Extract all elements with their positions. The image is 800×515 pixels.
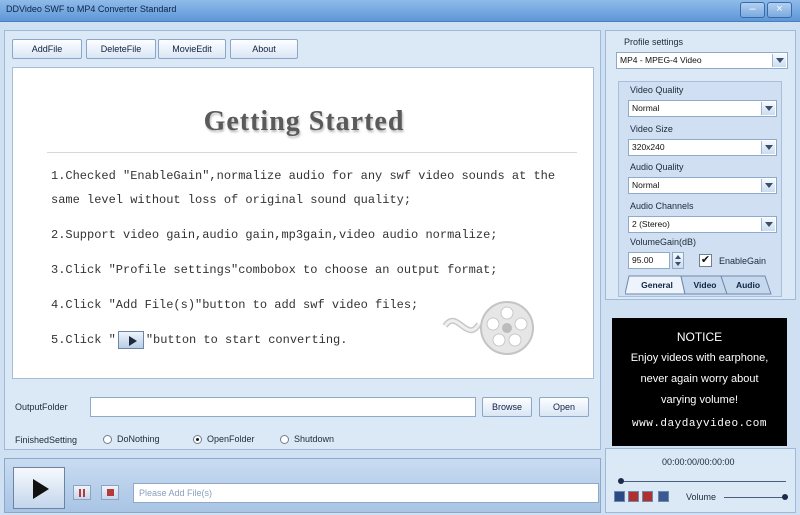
tip-5-start: 5.Click " bbox=[51, 333, 116, 347]
audio-quality-value: Normal bbox=[632, 180, 660, 190]
preview-player: 00:00:00/00:00:00 Volume bbox=[605, 448, 796, 513]
settings-inner-panel: Video Quality Normal Video Size 320x240 … bbox=[618, 81, 782, 297]
add-file-button[interactable]: AddFile bbox=[12, 39, 82, 59]
playback-bar: Please Add File(s) bbox=[4, 458, 601, 513]
play-icon bbox=[117, 330, 144, 349]
notice-line-1: Enjoy videos with earphone, bbox=[630, 352, 769, 364]
stop-button[interactable] bbox=[101, 485, 119, 500]
chevron-down-icon[interactable] bbox=[761, 102, 775, 115]
notice-url[interactable]: www.daydayvideo.com bbox=[612, 418, 787, 430]
profile-select[interactable]: MP4 - MPEG-4 Video bbox=[616, 52, 788, 69]
tip-3: 3.Click "Profile settings"combobox to ch… bbox=[51, 263, 498, 277]
radio-open-folder[interactable]: OpenFolder bbox=[193, 434, 255, 444]
radio-button[interactable] bbox=[280, 434, 289, 444]
tip-5-end: "button to start converting. bbox=[145, 333, 348, 347]
browse-button[interactable]: Browse bbox=[482, 397, 532, 417]
main-panel: AddFile DeleteFile MovieEdit About Getti… bbox=[4, 30, 601, 450]
audio-quality-select[interactable]: Normal bbox=[628, 177, 777, 194]
title-bar: DDVideo SWF to MP4 Converter Standard – … bbox=[0, 0, 800, 22]
tab-general[interactable]: General bbox=[631, 277, 683, 293]
chevron-down-icon[interactable] bbox=[772, 54, 786, 67]
getting-started-heading: Getting Started bbox=[203, 106, 405, 137]
profile-settings-panel: Profile settings MP4 - MPEG-4 Video Vide… bbox=[605, 30, 796, 300]
delete-file-button[interactable]: DeleteFile bbox=[86, 39, 156, 59]
open-button[interactable]: Open bbox=[539, 397, 589, 417]
notice-title: NOTICE bbox=[676, 330, 723, 344]
stop-icon bbox=[107, 489, 114, 496]
play-small-button[interactable] bbox=[614, 491, 625, 502]
audio-quality-label: Audio Quality bbox=[630, 162, 684, 172]
profile-value: MP4 - MPEG-4 Video bbox=[620, 55, 702, 65]
radio-button[interactable] bbox=[103, 434, 112, 444]
radio-shutdown[interactable]: Shutdown bbox=[280, 434, 334, 444]
profile-settings-label: Profile settings bbox=[624, 37, 684, 47]
video-size-value: 320x240 bbox=[632, 142, 665, 152]
close-button[interactable]: × bbox=[767, 2, 792, 18]
video-size-select[interactable]: 320x240 bbox=[628, 139, 777, 156]
video-quality-label: Video Quality bbox=[630, 85, 684, 95]
start-convert-button[interactable] bbox=[13, 467, 65, 509]
radio-label: DoNothing bbox=[117, 434, 160, 444]
radio-do-nothing[interactable]: DoNothing bbox=[103, 434, 160, 444]
volume-label: Volume bbox=[686, 492, 717, 502]
finished-setting-label: FinishedSetting bbox=[15, 435, 78, 445]
output-folder-input[interactable] bbox=[90, 397, 476, 417]
stop-small-button[interactable] bbox=[642, 491, 653, 502]
audio-channels-value: 2 (Stereo) bbox=[632, 219, 670, 229]
output-folder-label: OutputFolder bbox=[15, 402, 68, 412]
volume-gain-stepper[interactable] bbox=[672, 252, 684, 269]
volume-gain-input[interactable]: 95.00 bbox=[628, 252, 670, 269]
chevron-down-icon[interactable] bbox=[761, 218, 775, 231]
pause-button[interactable] bbox=[73, 485, 91, 500]
enable-gain-checkbox[interactable]: ✔ bbox=[699, 254, 712, 267]
tip-2: 2.Support video gain,audio gain,mp3gain,… bbox=[51, 228, 498, 242]
notice-line-3: varying volume! bbox=[660, 394, 739, 406]
about-button[interactable]: About bbox=[230, 39, 298, 59]
radio-label: Shutdown bbox=[294, 434, 335, 444]
volume-gain-label: VolumeGain(dB) bbox=[630, 237, 697, 247]
notice-banner: NOTICE Enjoy videos with earphone, never… bbox=[612, 318, 787, 446]
audio-channels-label: Audio Channels bbox=[630, 201, 694, 211]
movie-edit-button[interactable]: MovieEdit bbox=[158, 39, 226, 59]
tab-audio[interactable]: Audio bbox=[727, 277, 769, 293]
volume-handle[interactable] bbox=[782, 494, 788, 500]
radio-button-selected[interactable] bbox=[193, 434, 202, 444]
snapshot-button[interactable] bbox=[658, 491, 669, 502]
window-title: DDVideo SWF to MP4 Converter Standard bbox=[6, 4, 177, 14]
tab-video[interactable]: Video bbox=[685, 277, 725, 293]
tip-1: 1.Checked "EnableGain",normalize audio f… bbox=[51, 169, 556, 207]
seek-handle[interactable] bbox=[618, 478, 624, 484]
audio-channels-select[interactable]: 2 (Stereo) bbox=[628, 216, 777, 233]
time-readout: 00:00:00/00:00:00 bbox=[662, 457, 735, 467]
volume-slider[interactable] bbox=[724, 497, 788, 498]
video-quality-select[interactable]: Normal bbox=[628, 100, 777, 117]
video-size-label: Video Size bbox=[630, 124, 673, 134]
film-reel-icon bbox=[443, 301, 534, 355]
getting-started-panel: Getting Started 1.Checked "EnableGain",n… bbox=[12, 67, 594, 379]
video-quality-value: Normal bbox=[632, 103, 660, 113]
status-field: Please Add File(s) bbox=[133, 483, 599, 503]
notice-line-2: never again worry about bbox=[640, 373, 759, 385]
minimize-button[interactable]: – bbox=[740, 2, 765, 18]
pause-small-button[interactable] bbox=[628, 491, 639, 502]
seek-slider[interactable] bbox=[620, 481, 786, 482]
enable-gain-label: EnableGain bbox=[719, 256, 767, 266]
chevron-down-icon[interactable] bbox=[761, 179, 775, 192]
heading-divider bbox=[47, 152, 577, 153]
radio-label: OpenFolder bbox=[207, 434, 255, 444]
pause-icon bbox=[79, 489, 81, 497]
chevron-down-icon[interactable] bbox=[761, 141, 775, 154]
